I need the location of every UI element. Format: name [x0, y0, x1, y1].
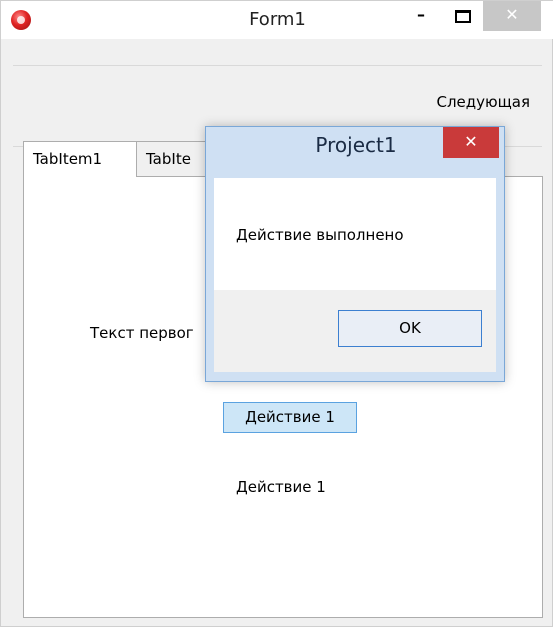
maximize-icon — [455, 10, 471, 23]
close-button[interactable]: ✕ — [483, 1, 541, 31]
dialog-close-button[interactable]: ✕ — [443, 127, 499, 158]
dialog-footer: OK — [214, 290, 496, 372]
minimize-button[interactable]: – — [406, 1, 436, 31]
next-button[interactable]: Следующая — [436, 93, 530, 111]
dialog-body: Действие выполнено — [214, 178, 496, 290]
main-window: Form1 – ✕ Следующая TabItem1 TabIte Текс… — [0, 0, 553, 627]
dialog-message: Действие выполнено — [236, 226, 404, 244]
action-1-label: Действие 1 — [236, 478, 326, 496]
action-1-button[interactable]: Действие 1 — [223, 402, 357, 433]
maximize-button[interactable] — [448, 1, 478, 31]
ok-button[interactable]: OK — [338, 310, 482, 347]
message-dialog: Project1 ✕ Действие выполнено OK — [205, 126, 505, 382]
title-bar[interactable]: Form1 – ✕ — [1, 1, 553, 39]
first-text-label: Текст первог — [90, 324, 194, 342]
tab-item-1[interactable]: TabItem1 — [23, 141, 137, 177]
